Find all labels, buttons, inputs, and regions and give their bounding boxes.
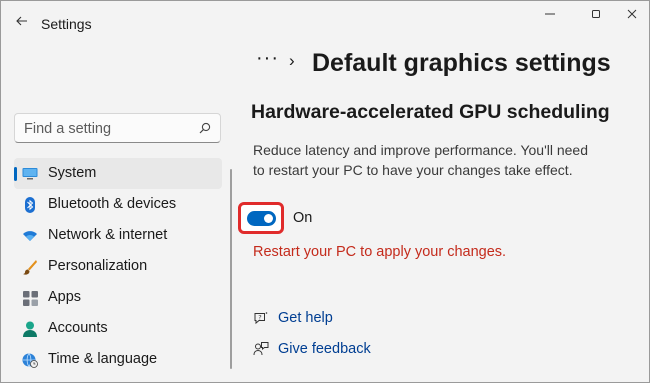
monitor-icon [22,166,38,182]
sidebar-item-label: Bluetooth & devices [48,196,177,212]
sidebar-nav: System Bluetooth & devices Network & int… [14,158,222,375]
chevron-right-icon: › [289,51,295,70]
give-feedback-label: Give feedback [278,341,371,357]
sidebar-item-apps[interactable]: Apps [14,282,222,313]
settings-window: Settings Find a setting System Bluetooth… [0,0,650,383]
help-chat-icon: ? [254,312,268,325]
search-icon [199,122,211,134]
close-icon [627,9,637,19]
page-title: Default graphics settings [312,49,611,77]
globe-clock-icon [22,352,38,368]
sidebar-item-label: Time & language [48,351,158,367]
wifi-icon [22,228,38,244]
section-title: Hardware-accelerated GPU scheduling [251,101,610,123]
app-title: Settings [41,16,92,32]
highlight-box [238,202,284,234]
sidebar-item-label: Personalization [48,258,148,274]
sidebar-item-system[interactable]: System [14,158,222,189]
sidebar-item-label: Accounts [48,320,108,336]
sidebar-item-time-language[interactable]: Time & language [14,344,222,375]
toggle-knob [264,214,273,223]
apps-icon [22,290,38,306]
bluetooth-icon [22,197,38,213]
search-input[interactable]: Find a setting [24,121,111,137]
feedback-icon [253,342,269,356]
sidebar-item-network-internet[interactable]: Network & internet [14,220,222,251]
setting-description: Reduce latency and improve performance. … [253,142,588,178]
sidebar-scrollbar[interactable] [230,169,232,369]
svg-text:?: ? [258,314,261,322]
sidebar-item-bluetooth-devices[interactable]: Bluetooth & devices [14,189,222,220]
arrow-left-icon [16,16,27,26]
restart-warning: Restart your PC to apply your changes. [253,244,507,260]
sidebar-item-label: Network & internet [48,227,168,243]
maximize-icon [592,10,600,18]
breadcrumb-more-button[interactable]: ··· [256,47,279,70]
person-icon [22,321,38,337]
maximize-button[interactable] [579,1,613,27]
close-button[interactable] [615,1,649,27]
minimize-button[interactable] [533,1,567,27]
sidebar-item-personalization[interactable]: Personalization [14,251,222,282]
back-button[interactable] [11,10,33,32]
sidebar-item-label: System [48,165,97,181]
sidebar-item-accounts[interactable]: Accounts [14,313,222,344]
minimize-icon [545,13,555,15]
sidebar-item-label: Apps [48,289,82,305]
search-box[interactable]: Find a setting [14,113,221,143]
title-bar: Settings [1,1,649,47]
gpu-scheduling-toggle[interactable] [247,211,276,226]
selection-indicator [14,167,17,181]
toggle-state-label: On [293,210,313,226]
get-help-label: Get help [278,310,333,326]
brush-icon [22,259,38,275]
